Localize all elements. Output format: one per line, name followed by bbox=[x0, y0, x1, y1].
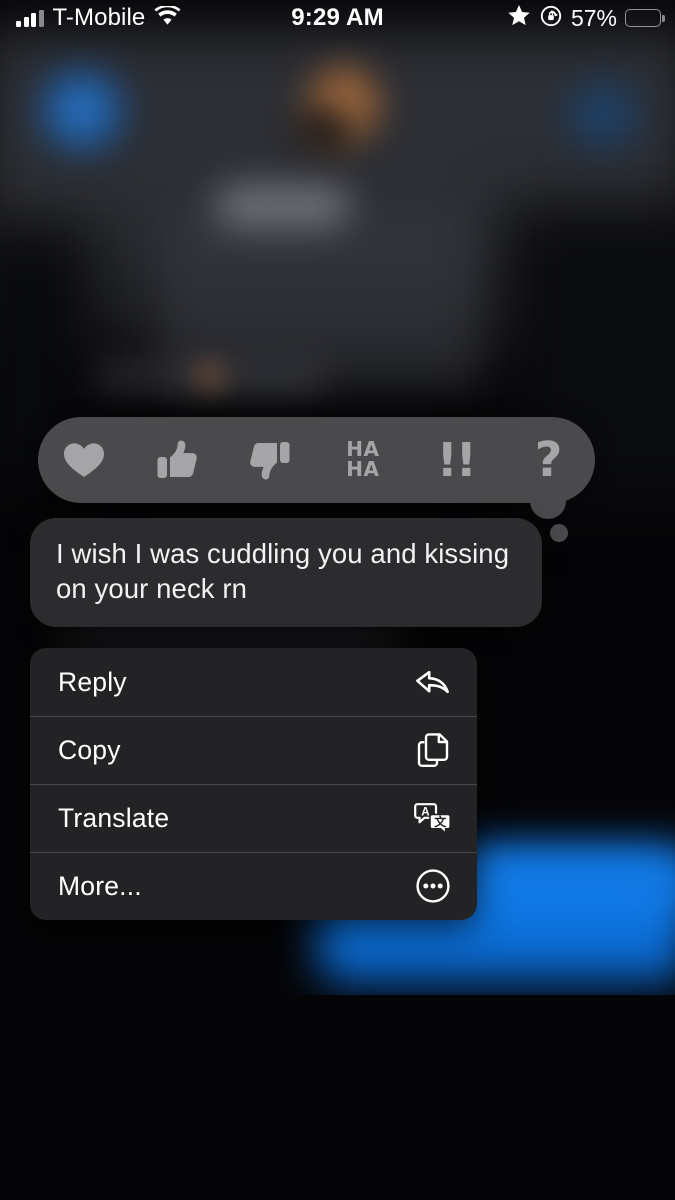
exclamation-reaction-button[interactable]: !! bbox=[419, 423, 493, 497]
context-menu-item-translate[interactable]: Translate A 文 bbox=[30, 784, 477, 852]
star-icon bbox=[507, 4, 531, 32]
tapback-reaction-bar[interactable]: HA HA !! ? bbox=[38, 417, 595, 503]
heart-reaction-button[interactable] bbox=[47, 423, 121, 497]
reply-label: Reply bbox=[58, 666, 127, 697]
context-menu-item-more[interactable]: More... bbox=[30, 852, 477, 920]
copy-documents-icon bbox=[413, 730, 453, 770]
blurred-avatar-shadow bbox=[292, 108, 352, 156]
exclamation-glyph: !! bbox=[436, 433, 477, 487]
blurred-back-button[interactable] bbox=[30, 62, 134, 158]
copy-label: Copy bbox=[58, 734, 121, 765]
translate-bubbles-icon: A 文 bbox=[413, 798, 453, 838]
message-context-menu[interactable]: Reply Copy Translate A 文 More... bbox=[30, 648, 477, 920]
svg-text:A: A bbox=[421, 806, 429, 818]
battery-percent-label: 57% bbox=[570, 4, 617, 31]
thumbs-down-reaction-button[interactable] bbox=[233, 423, 307, 497]
message-text: I wish I was cuddling you and kissing on… bbox=[56, 538, 510, 604]
svg-text:文: 文 bbox=[434, 814, 447, 829]
more-label: More... bbox=[58, 870, 142, 901]
reply-arrow-icon bbox=[413, 662, 453, 702]
status-bar: T-Mobile 9:29 AM 57% bbox=[0, 0, 675, 36]
rotation-lock-icon bbox=[539, 4, 563, 33]
haha-reaction-button[interactable]: HA HA bbox=[326, 423, 400, 497]
blurred-facetime-button[interactable] bbox=[560, 75, 646, 155]
context-menu-item-copy[interactable]: Copy bbox=[30, 716, 477, 784]
battery-icon bbox=[625, 9, 665, 27]
haha-line-2: HA bbox=[346, 457, 380, 481]
blurred-row-avatar bbox=[195, 362, 225, 390]
focused-message-bubble[interactable]: I wish I was cuddling you and kissing on… bbox=[30, 518, 542, 628]
question-glyph: ? bbox=[534, 432, 563, 488]
context-menu-item-reply[interactable]: Reply bbox=[30, 648, 477, 716]
ellipsis-circle-icon bbox=[413, 866, 453, 906]
translate-label: Translate bbox=[58, 802, 170, 833]
backdrop-bottom-area bbox=[0, 995, 675, 1200]
status-bar-right: 57% bbox=[507, 4, 665, 33]
thumbs-up-reaction-button[interactable] bbox=[140, 423, 214, 497]
tapback-tail-small bbox=[550, 524, 568, 542]
tapback-tail-large bbox=[530, 483, 566, 519]
blurred-contact-name bbox=[215, 185, 350, 227]
